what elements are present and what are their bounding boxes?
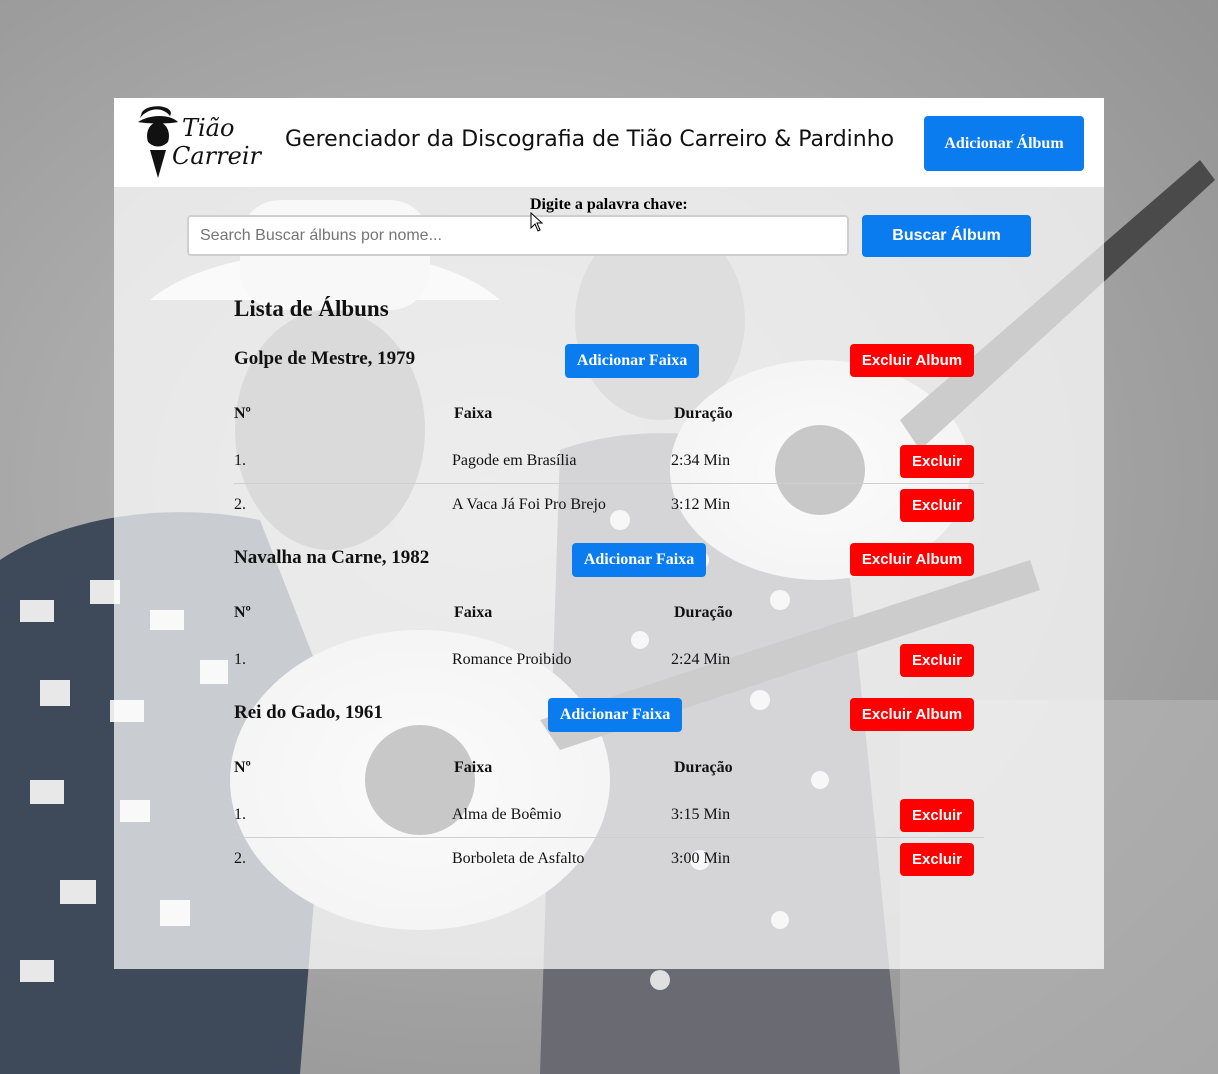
main-panel: Tião Carreiro Gerenciador da Discografia… bbox=[114, 98, 1104, 969]
delete-track-button[interactable]: Excluir bbox=[900, 843, 974, 876]
delete-album-button[interactable]: Excluir Album bbox=[850, 698, 974, 731]
delete-track-button[interactable]: Excluir bbox=[900, 489, 974, 522]
search-input[interactable] bbox=[187, 215, 849, 256]
row-divider bbox=[234, 483, 984, 484]
logo-icon: Tião Carreiro bbox=[138, 106, 262, 178]
add-track-button[interactable]: Adicionar Faixa bbox=[565, 344, 699, 378]
column-header-track: Faixa bbox=[454, 405, 493, 422]
track-duration: 3:15 Min bbox=[671, 806, 731, 823]
column-header-duration: Duração bbox=[674, 759, 733, 776]
search-label: Digite a palavra chave: bbox=[530, 196, 688, 213]
delete-album-button[interactable]: Excluir Album bbox=[850, 344, 974, 377]
row-divider bbox=[234, 837, 984, 838]
delete-album-button[interactable]: Excluir Album bbox=[850, 543, 974, 576]
search-button[interactable]: Buscar Álbum bbox=[862, 215, 1031, 257]
track-title: Alma de Boêmio bbox=[452, 806, 562, 823]
track-number: 2. bbox=[234, 850, 246, 867]
track-number: 1. bbox=[234, 806, 246, 823]
album-list-title: Lista de Álbuns bbox=[234, 296, 389, 321]
track-title: Romance Proibido bbox=[452, 651, 572, 668]
column-header-number: Nº bbox=[234, 604, 251, 621]
delete-track-button[interactable]: Excluir bbox=[900, 799, 974, 832]
delete-track-button[interactable]: Excluir bbox=[900, 445, 974, 478]
track-number: 1. bbox=[234, 651, 246, 668]
track-title: A Vaca Já Foi Pro Brejo bbox=[452, 496, 606, 513]
add-track-button[interactable]: Adicionar Faixa bbox=[572, 543, 706, 577]
track-title: Pagode em Brasília bbox=[452, 452, 577, 469]
column-header-number: Nº bbox=[234, 759, 251, 776]
album-title: Golpe de Mestre, 1979 bbox=[234, 348, 416, 369]
track-title: Borboleta de Asfalto bbox=[452, 850, 585, 867]
app-header: Tião Carreiro Gerenciador da Discografia… bbox=[114, 98, 1104, 187]
delete-track-button[interactable]: Excluir bbox=[900, 644, 974, 677]
column-header-track: Faixa bbox=[454, 604, 493, 621]
column-header-duration: Duração bbox=[674, 405, 733, 422]
album-title: Rei do Gado, 1961 bbox=[234, 702, 383, 723]
page-title: Gerenciador da Discografia de Tião Carre… bbox=[285, 127, 895, 152]
logo-text-line1: Tião bbox=[182, 114, 234, 142]
logo-text-line2: Carreiro bbox=[172, 142, 262, 170]
column-header-number: Nº bbox=[234, 405, 251, 422]
mouse-pointer-icon bbox=[530, 212, 544, 232]
track-duration: 3:12 Min bbox=[671, 496, 731, 513]
album-title: Navalha na Carne, 1982 bbox=[234, 547, 430, 568]
track-duration: 3:00 Min bbox=[671, 850, 731, 867]
track-duration: 2:34 Min bbox=[671, 452, 731, 469]
add-track-button[interactable]: Adicionar Faixa bbox=[548, 698, 682, 732]
column-header-track: Faixa bbox=[454, 759, 493, 776]
track-number: 1. bbox=[234, 452, 246, 469]
track-duration: 2:24 Min bbox=[671, 651, 731, 668]
add-album-button[interactable]: Adicionar Álbum bbox=[924, 116, 1084, 171]
track-number: 2. bbox=[234, 496, 246, 513]
column-header-duration: Duração bbox=[674, 604, 733, 621]
